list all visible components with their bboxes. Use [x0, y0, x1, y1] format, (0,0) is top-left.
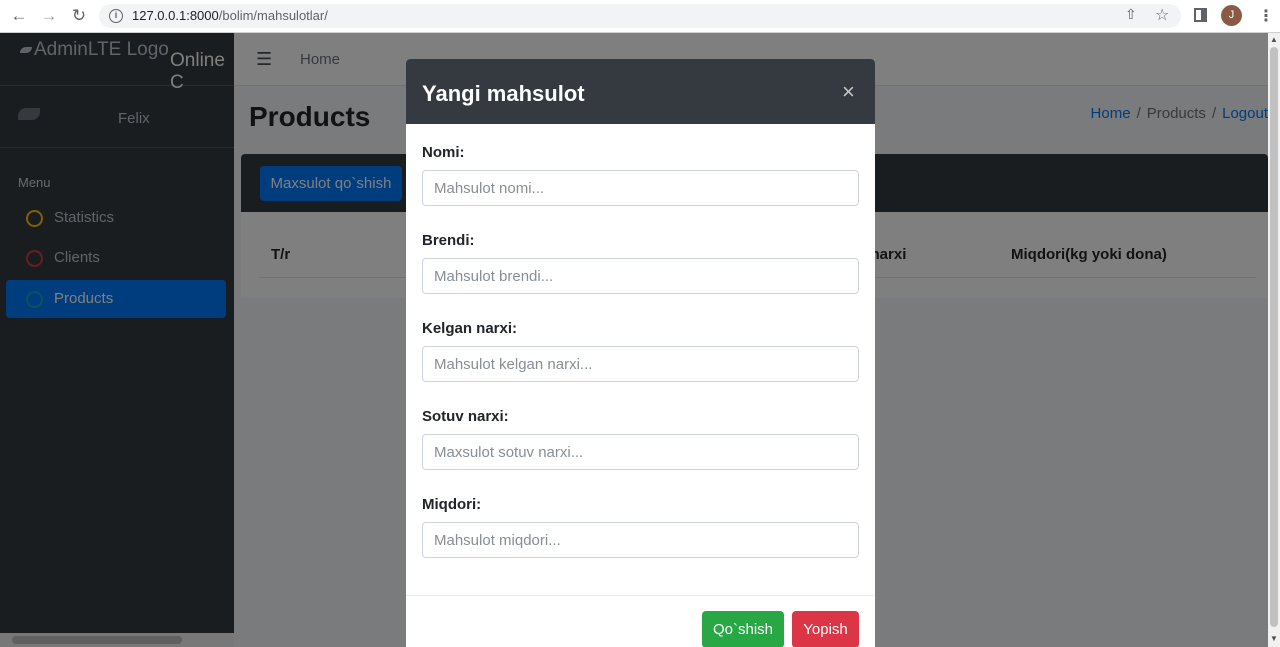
close-icon[interactable]: × — [842, 79, 855, 105]
profile-avatar[interactable]: J — [1221, 5, 1242, 26]
add-button[interactable]: Qo`shish — [702, 611, 784, 647]
quantity-input[interactable] — [422, 522, 859, 558]
brand-input[interactable] — [422, 258, 859, 294]
browser-toolbar: ← → ↻ i 127.0.0.1:8000/bolim/mahsulotlar… — [0, 0, 1280, 33]
purchase-price-input[interactable] — [422, 346, 859, 382]
forward-arrow-icon[interactable]: → — [34, 6, 64, 26]
url-path: /bolim/mahsulotlar/ — [218, 8, 328, 23]
browser-nav: ← → ↻ — [4, 0, 94, 32]
modal-footer-divider — [406, 595, 875, 596]
quantity-label: Miqdori: — [422, 496, 482, 513]
scroll-up-icon[interactable]: ▲ — [1268, 35, 1280, 44]
new-product-modal: Yangi mahsulot × Nomi: Brendi: Kelgan na… — [406, 59, 875, 647]
side-panel-icon[interactable] — [1194, 8, 1207, 22]
brand-label: Brendi: — [422, 232, 475, 249]
modal-header: Yangi mahsulot × — [406, 59, 875, 124]
close-button[interactable]: Yopish — [792, 611, 859, 647]
purchase-price-label: Kelgan narxi: — [422, 320, 518, 337]
name-input[interactable] — [422, 170, 859, 206]
scroll-down-icon[interactable]: ▼ — [1268, 634, 1280, 643]
back-arrow-icon[interactable]: ← — [4, 6, 34, 26]
address-bar[interactable]: i 127.0.0.1:8000/bolim/mahsulotlar/ ⇧ ☆ — [99, 4, 1181, 28]
url-host: 127.0.0.1:8000 — [132, 8, 219, 23]
name-label: Nomi: — [422, 144, 465, 161]
site-info-icon[interactable]: i — [109, 9, 123, 23]
sale-price-input[interactable] — [422, 434, 859, 470]
url-text: 127.0.0.1:8000/bolim/mahsulotlar/ — [132, 8, 328, 23]
reload-icon[interactable]: ↻ — [64, 6, 94, 26]
bookmark-star-icon[interactable]: ☆ — [1155, 5, 1169, 25]
sale-price-label: Sotuv narxi: — [422, 408, 509, 425]
scrollbar-thumb[interactable] — [1270, 47, 1278, 627]
share-icon[interactable]: ⇧ — [1125, 6, 1137, 23]
vertical-scrollbar[interactable]: ▲ ▼ — [1268, 33, 1280, 647]
modal-title: Yangi mahsulot — [422, 81, 585, 106]
browser-menu-icon[interactable]: ⋮ — [1258, 6, 1274, 26]
